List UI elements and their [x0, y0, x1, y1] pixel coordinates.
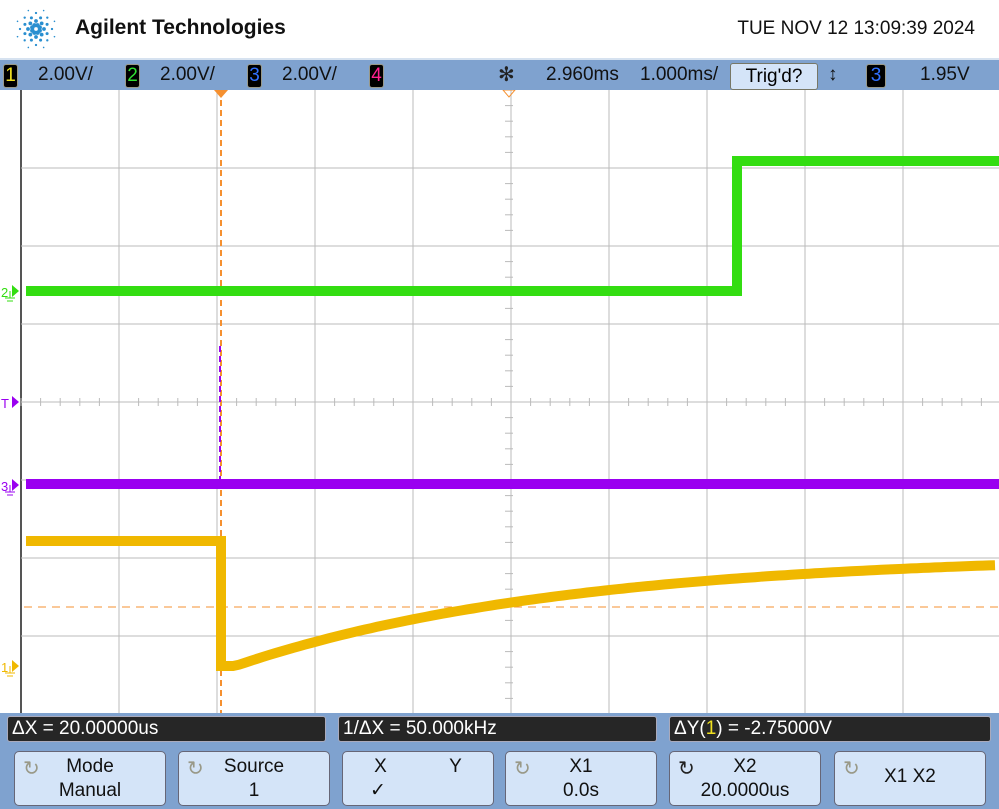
logo-dot: [45, 22, 49, 26]
logo-dot: [45, 32, 49, 36]
delta-y-value: ) = -2.75000V: [716, 718, 832, 739]
logo-dot: [23, 22, 27, 26]
softkey-value: 1: [248, 780, 260, 801]
knob-icon: ↻: [514, 758, 531, 780]
brand-name: Agilent Technologies: [75, 16, 286, 39]
logo-dot: [34, 43, 38, 47]
channel-4-badge[interactable]: 4: [369, 64, 384, 88]
header: Agilent Technologies TUE NOV 12 13:09:39…: [0, 0, 999, 58]
datetime: TUE NOV 12 13:09:39 2024: [737, 18, 975, 39]
xy-softkey[interactable]: X Y ✓: [342, 751, 494, 806]
logo-dot: [42, 46, 45, 49]
logo-dot: [46, 16, 49, 19]
logo-dot: [28, 32, 33, 37]
logo-dot: [27, 46, 30, 49]
logo-dot: [23, 16, 26, 19]
logo-dot: [50, 27, 54, 31]
trigger-source-badge[interactable]: 3: [866, 64, 886, 88]
logo-dot: [53, 35, 56, 38]
ch3-arrow-icon: [12, 479, 19, 491]
inverse-delta-x-readout: 1/ΔX = 50.000kHz: [338, 716, 657, 742]
softkey-label: X1 X2: [884, 766, 936, 787]
trigger-slope-icon: ↕: [828, 64, 838, 85]
graticule: [20, 90, 999, 713]
source-softkey[interactable]: ↻ Source 1: [178, 751, 330, 806]
logo-dot: [37, 25, 42, 30]
channel-1-scale: 2.00V/: [38, 64, 93, 85]
x-option: X: [374, 756, 387, 777]
logo-dot: [23, 32, 27, 36]
trigger-position-marker: [214, 90, 228, 98]
delta-y-channel: 1: [705, 718, 717, 739]
ch2-arrow-icon: [12, 285, 19, 297]
softkey-area: ΔX = 20.00000us 1/ΔX = 50.000kHz ΔY(1) =…: [0, 713, 999, 809]
softkey-value: 20.0000us: [700, 780, 790, 801]
logo-dot: [42, 27, 46, 31]
channel-3-scale: 2.00V/: [282, 64, 337, 85]
trigger-marker: T: [1, 396, 9, 411]
time-scale: 1.000ms/: [640, 64, 719, 85]
knob-icon: ↻: [187, 758, 204, 780]
channel-2-trace: [26, 156, 999, 296]
logo-dot: [39, 32, 44, 37]
x1-softkey[interactable]: ↻ X1 0.0s: [505, 751, 657, 806]
logo-dot: [34, 11, 38, 15]
logo-dot: [28, 21, 33, 26]
logo-dot: [29, 16, 33, 20]
trigger-level: 1.95V: [920, 64, 970, 85]
logo-dot: [39, 21, 44, 26]
agilent-spark-logo: [16, 9, 56, 49]
logo-dot: [26, 27, 30, 31]
delta-y-readout: ΔY(1) = -2.75000V: [669, 716, 991, 742]
delta-x-readout: ΔX = 20.00000us: [7, 716, 326, 742]
y-option: Y: [449, 756, 462, 777]
check-icon: ✓: [370, 780, 386, 801]
logo-dot: [39, 16, 43, 20]
logo-dot: [16, 35, 19, 38]
logo-dot: [29, 38, 33, 42]
knob-active-icon: ↻: [678, 758, 695, 780]
delay-reference-marker: [502, 90, 516, 98]
channel-2-scale: 2.00V/: [160, 64, 215, 85]
trigger-status[interactable]: Trig'd?: [730, 63, 818, 90]
logo-dot: [23, 39, 26, 42]
channel-1-badge[interactable]: 1: [3, 64, 18, 88]
run-status-icon: ✻: [498, 64, 515, 86]
ch1-arrow-icon: [12, 660, 19, 672]
logo-dot: [34, 19, 38, 23]
waveform-display[interactable]: 2T31: [0, 90, 999, 713]
logo-dot: [46, 39, 49, 42]
status-bar: 1 2.00V/ 2 2.00V/ 3 2.00V/ 4 ✻ 2.960ms 1…: [0, 58, 999, 90]
logo-dot: [42, 9, 45, 12]
time-delay: 2.960ms: [546, 64, 619, 85]
logo-dot: [39, 38, 43, 42]
knob-icon: ↻: [843, 758, 860, 780]
logo-dot: [27, 9, 30, 12]
logo-dot: [53, 20, 56, 23]
delta-y-prefix: ΔY(: [674, 718, 706, 739]
trigger-arrow-icon: [12, 396, 19, 408]
channel-3-badge[interactable]: 3: [247, 64, 262, 88]
mode-softkey[interactable]: ↻ Mode Manual: [14, 751, 166, 806]
softkey-value: 0.0s: [563, 780, 599, 801]
logo-dot: [16, 20, 19, 23]
x2-softkey[interactable]: ↻ X2 20.0000us: [669, 751, 821, 806]
channel-2-badge[interactable]: 2: [125, 64, 140, 88]
logo-dot: [34, 35, 38, 39]
logo-dot: [18, 27, 22, 31]
knob-icon: ↻: [23, 758, 40, 780]
softkey-value: Manual: [58, 780, 122, 801]
x1x2-softkey[interactable]: ↻ X1 X2: [834, 751, 986, 806]
